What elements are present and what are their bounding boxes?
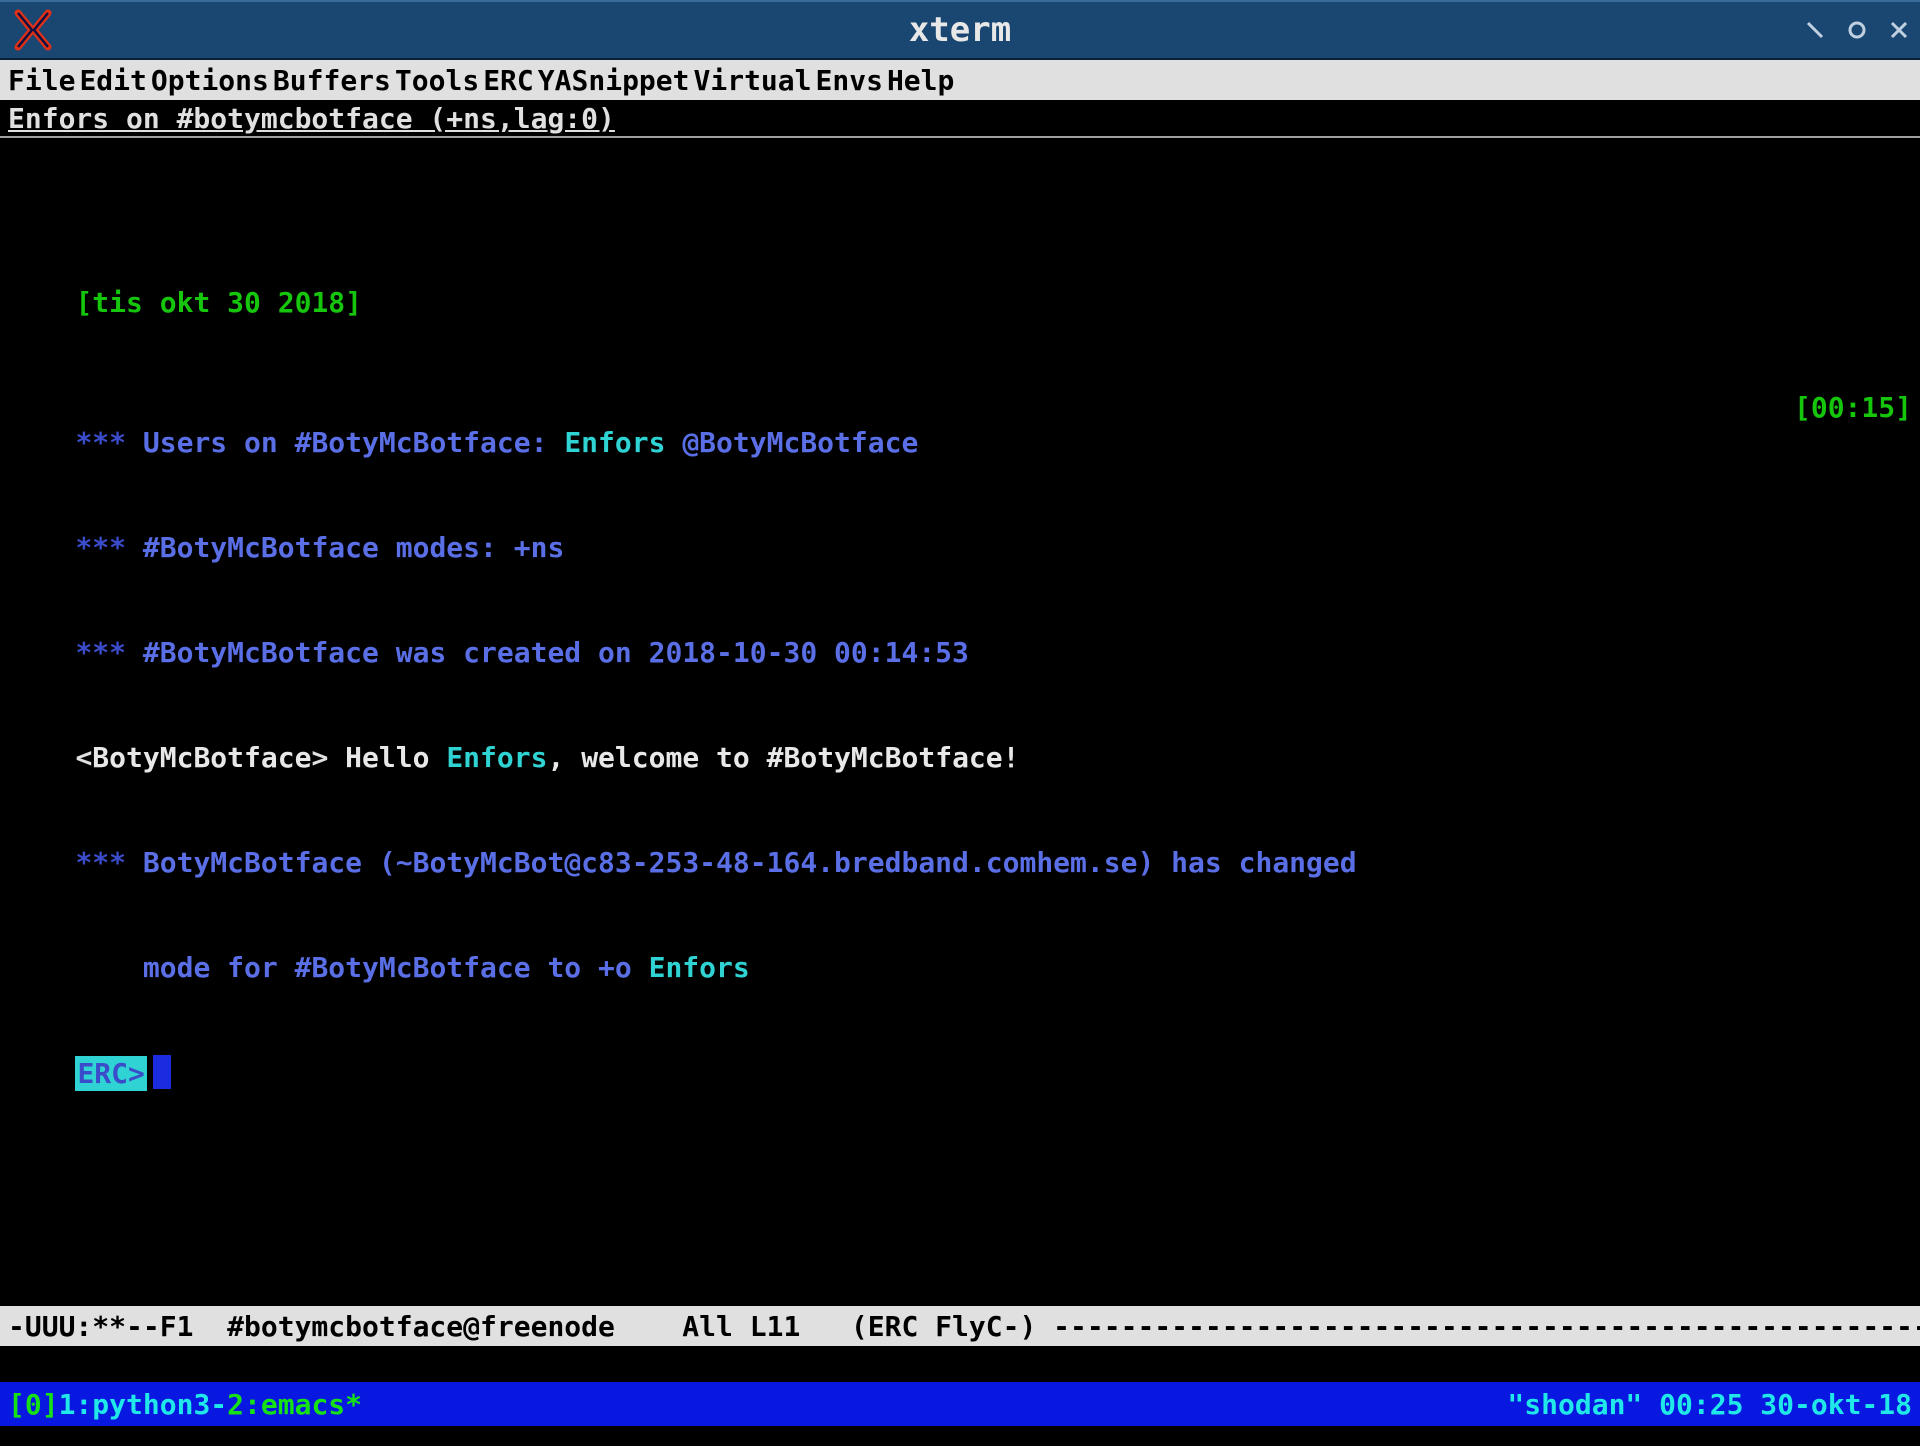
user-self: Enfors xyxy=(564,426,665,459)
menu-edit[interactable]: Edit xyxy=(79,63,146,98)
menu-help[interactable]: Help xyxy=(887,63,954,98)
header-text: Enfors on #botymcbotface (+ns,lag:0) xyxy=(8,101,615,136)
speaker-nick: BotyMcBotface xyxy=(92,741,311,774)
notice-prefix: *** xyxy=(75,636,142,669)
user-self: Enfors xyxy=(446,741,547,774)
menu-yasnippet[interactable]: YASnippet xyxy=(538,63,690,98)
notice-text: mode for #BotyMcBotface to +o xyxy=(75,951,648,984)
msg-text: Hello xyxy=(345,741,446,774)
menu-buffers[interactable]: Buffers xyxy=(273,63,391,98)
notice-text: Users on #BotyMcBotface: xyxy=(143,426,564,459)
menu-tools[interactable]: Tools xyxy=(395,63,479,98)
tmux-window-2-active[interactable]: 2:emacs* xyxy=(227,1387,362,1422)
emacs-menubar: File Edit Options Buffers Tools ERC YASn… xyxy=(0,60,1920,100)
menu-file[interactable]: File xyxy=(8,63,75,98)
erc-header-line: Enfors on #botymcbotface (+ns,lag:0) xyxy=(0,100,1920,138)
window-title: xterm xyxy=(909,9,1011,52)
menu-options[interactable]: Options xyxy=(151,63,269,98)
minimize-icon[interactable] xyxy=(1804,19,1826,41)
modeline-text: -UUU:**--F1 #botymcbotface@freenode All … xyxy=(8,1309,1920,1344)
date-header: [tis okt 30 2018] xyxy=(75,286,362,319)
msg-text: , welcome to #BotyMcBotface! xyxy=(547,741,1019,774)
user-self: Enfors xyxy=(649,951,750,984)
text-cursor xyxy=(153,1055,171,1089)
nick-bracket-close: > xyxy=(311,741,345,774)
close-icon[interactable] xyxy=(1888,19,1910,41)
xterm-app-icon xyxy=(10,7,56,53)
tmux-right: "shodan" 00:25 30-okt-18 xyxy=(1507,1387,1912,1422)
notice-text: @BotyMcBotface xyxy=(665,426,918,459)
notice-text: BotyMcBotface (~BotyMcBot@c83-253-48-164… xyxy=(143,846,1357,879)
tmux-window-1[interactable]: 1:python3- xyxy=(59,1387,228,1422)
notice-prefix: *** xyxy=(75,426,142,459)
erc-prompt: ERC> xyxy=(75,1056,146,1091)
erc-buffer[interactable]: [tis okt 30 2018] [00:15] *** Users on #… xyxy=(0,138,1920,1306)
nick-bracket-open: < xyxy=(75,741,92,774)
emacs-modeline[interactable]: -UUU:**--F1 #botymcbotface@freenode All … xyxy=(0,1306,1920,1346)
tmux-session[interactable]: [0] xyxy=(8,1387,59,1422)
menu-erc[interactable]: ERC xyxy=(483,63,534,98)
notice-prefix: *** xyxy=(75,531,142,564)
notice-text: #BotyMcBotface modes: +ns xyxy=(143,531,564,564)
window-titlebar: xterm xyxy=(0,0,1920,60)
menu-virtual[interactable]: Virtual xyxy=(694,63,812,98)
tmux-statusbar[interactable]: [0]1:python3- 2:emacs* "shodan" 00:25 30… xyxy=(0,1382,1920,1426)
timestamp: [00:15] xyxy=(1794,390,1912,425)
emacs-minibuffer[interactable] xyxy=(0,1346,1920,1382)
menu-envs[interactable]: Envs xyxy=(816,63,883,98)
notice-text: #BotyMcBotface was created on 2018-10-30… xyxy=(143,636,969,669)
maximize-icon[interactable] xyxy=(1846,19,1868,41)
notice-prefix: *** xyxy=(75,846,142,879)
erc-input-line[interactable]: ERC> xyxy=(8,1020,1912,1126)
